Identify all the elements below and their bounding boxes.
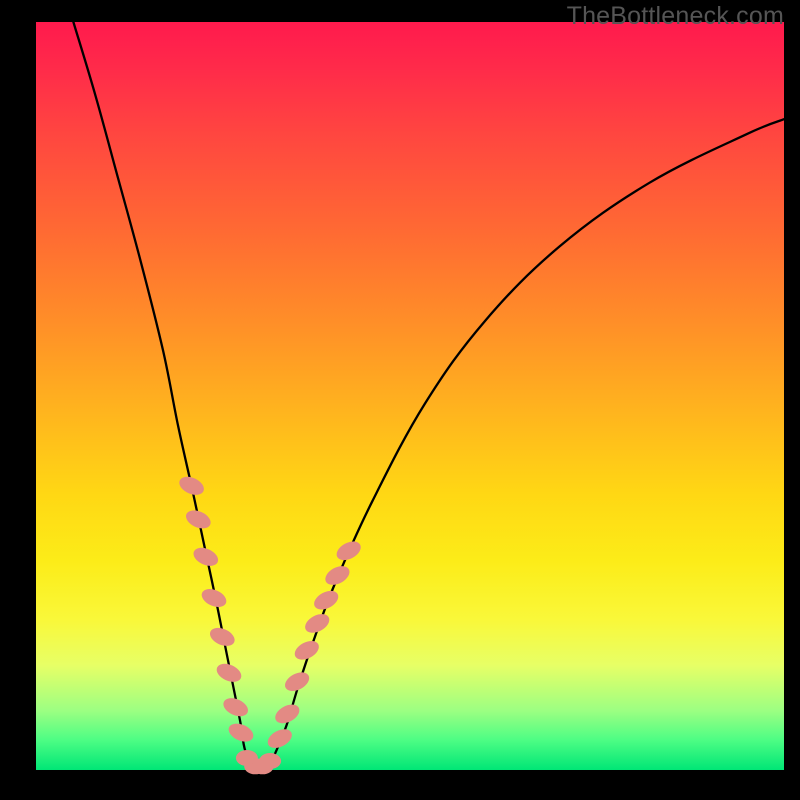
highlighted-points bbox=[176, 473, 363, 774]
plot-area bbox=[36, 22, 784, 770]
marker-bead bbox=[183, 507, 213, 532]
marker-bead bbox=[322, 562, 352, 588]
marker-bead bbox=[259, 753, 281, 769]
curve-svg bbox=[36, 22, 784, 770]
marker-bead bbox=[333, 538, 363, 564]
watermark-text: TheBottleneck.com bbox=[567, 2, 784, 31]
bottleneck-curve bbox=[73, 22, 784, 772]
marker-bead bbox=[176, 473, 206, 498]
marker-bead bbox=[265, 725, 295, 751]
chart-frame: TheBottleneck.com bbox=[0, 0, 800, 800]
marker-bead bbox=[311, 587, 341, 613]
